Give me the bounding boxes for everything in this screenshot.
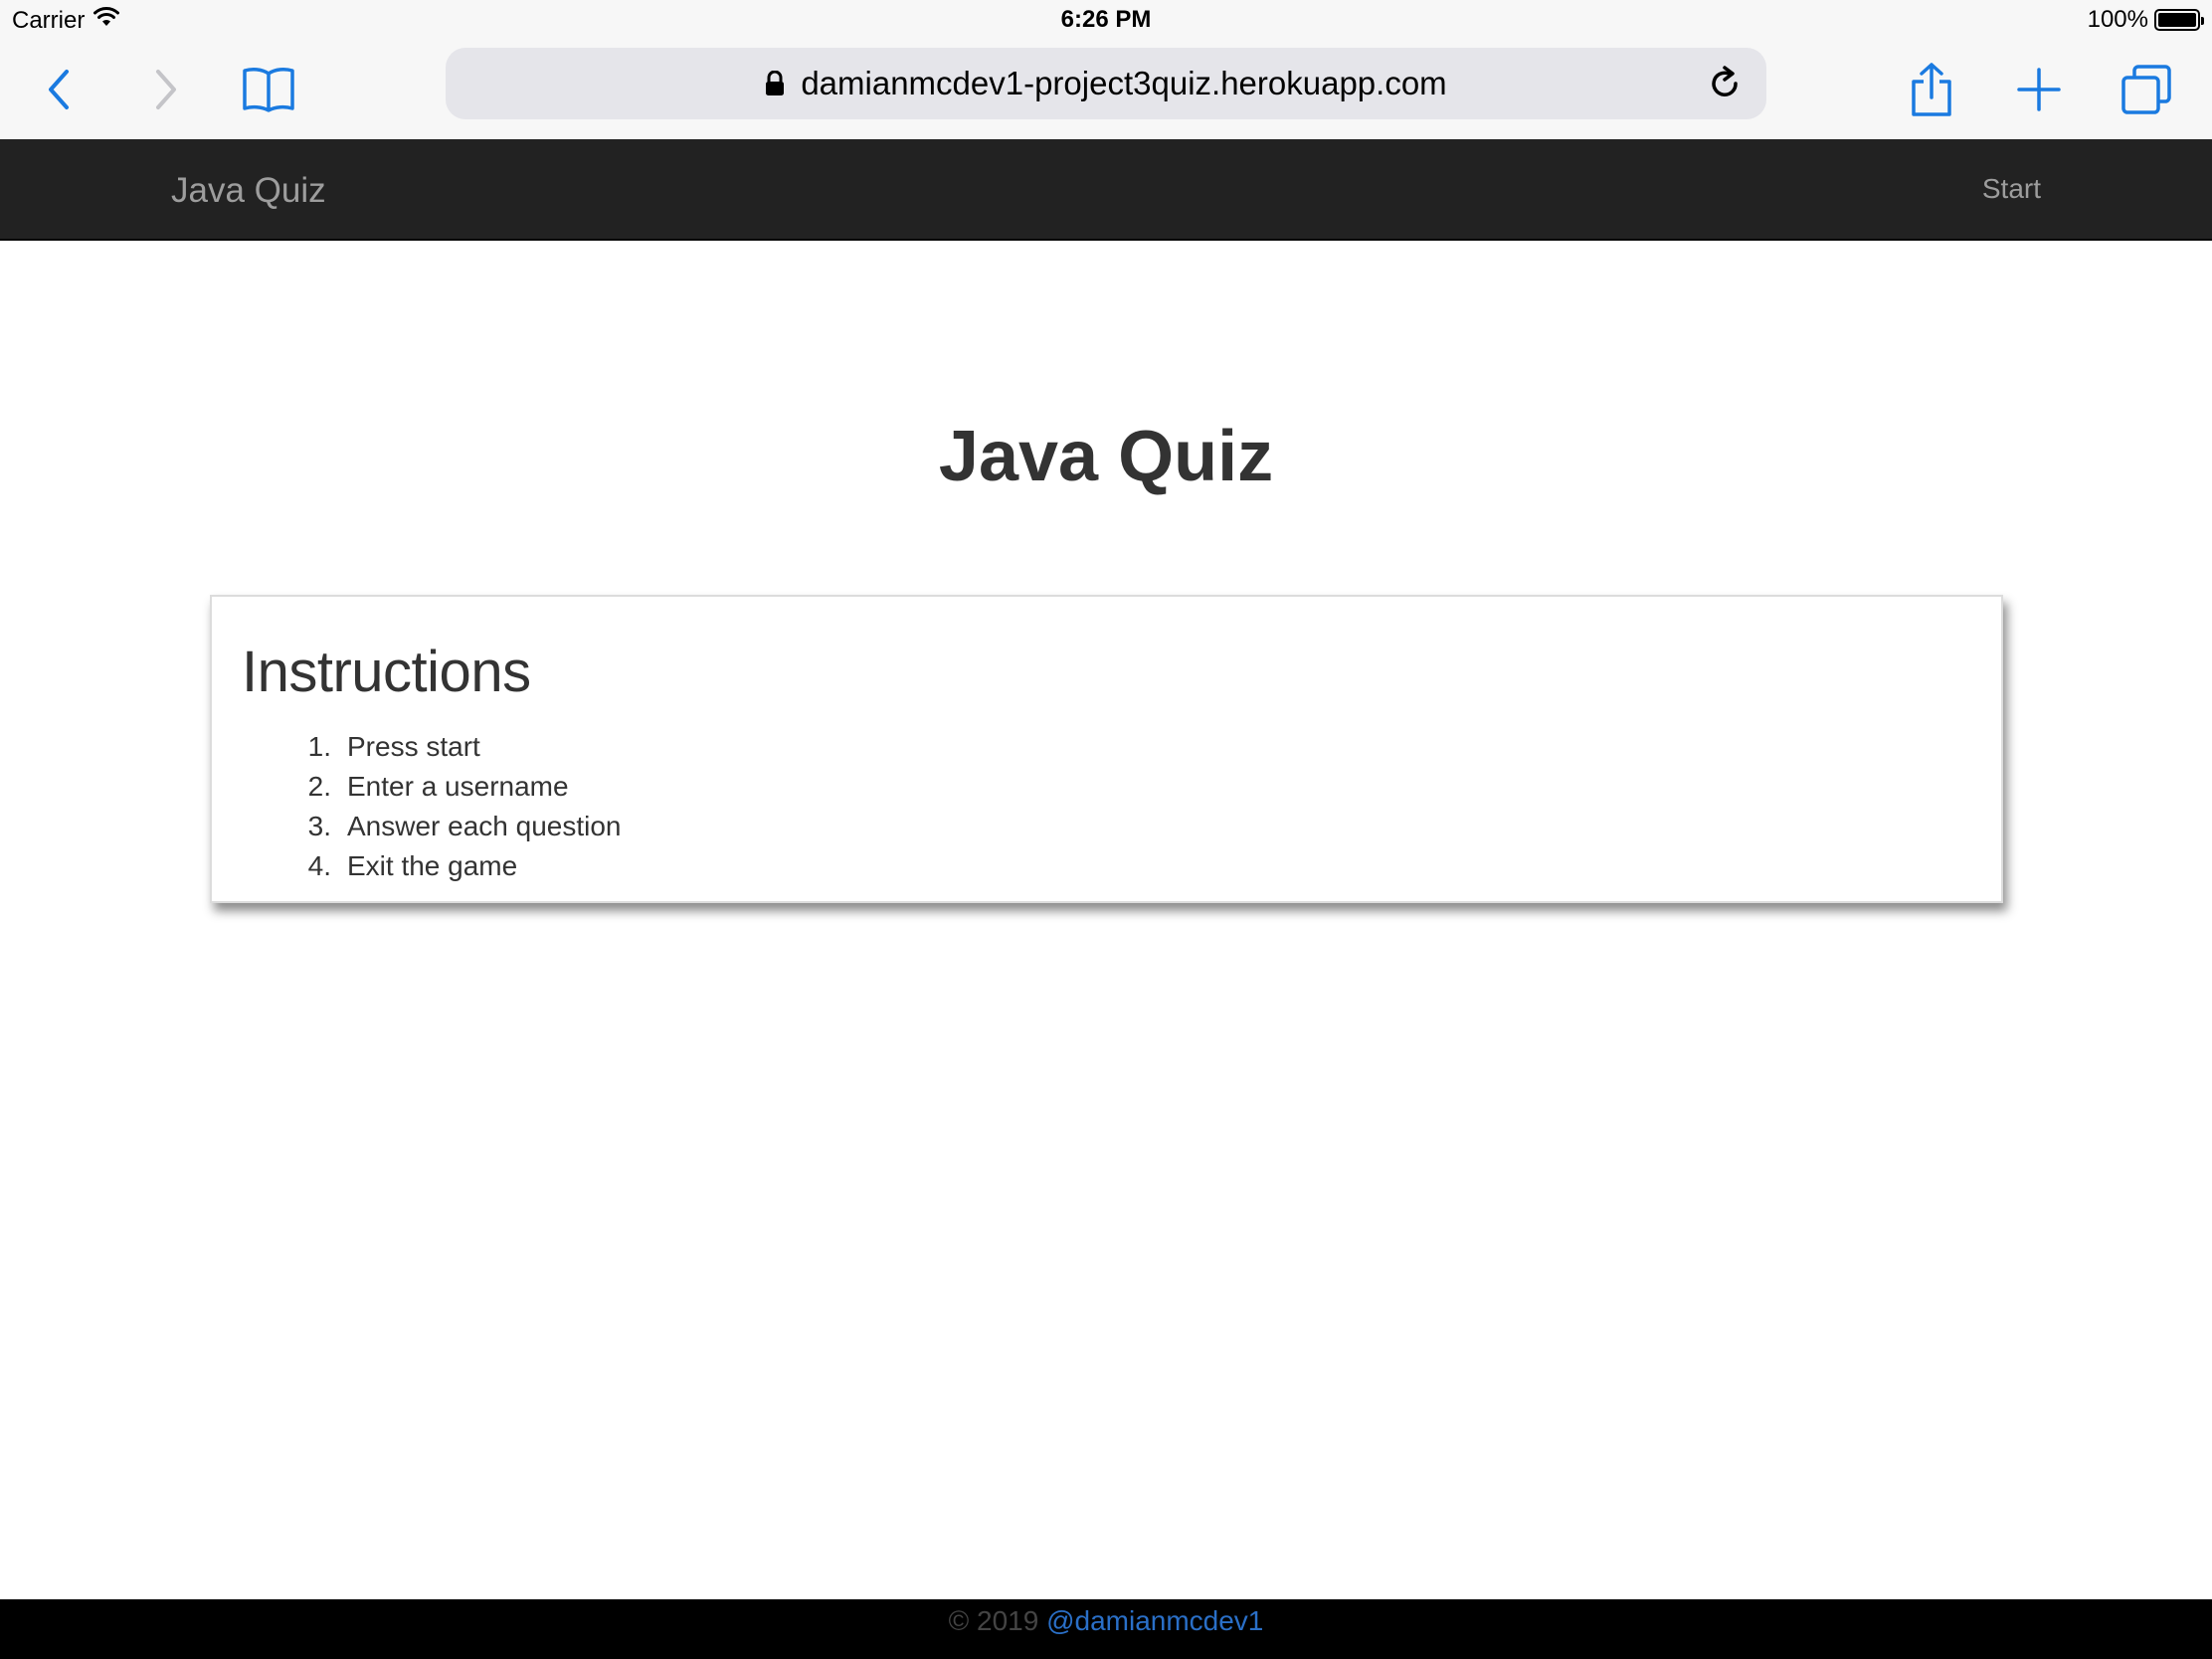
back-button[interactable] (28, 58, 92, 121)
list-item: 4. Exit the game (293, 846, 1971, 886)
battery-status: 100% (2087, 6, 2204, 34)
instructions-heading: Instructions (242, 640, 531, 704)
instructions-panel: Instructions 1. Press start 2. Enter a u… (210, 595, 2003, 903)
instructions-list: 1. Press start 2. Enter a username 3. An… (242, 727, 1971, 886)
page-footer: © 2019 @damianmcdev1 (0, 1599, 2212, 1659)
book-icon (243, 68, 294, 112)
page-title: Java Quiz (938, 417, 1274, 496)
list-item-number: 3. (307, 811, 331, 841)
chevron-right-icon (156, 70, 176, 109)
list-item-text: Press start (347, 731, 480, 762)
address-bar[interactable]: damianmcdev1-project3quiz.herokuapp.com (446, 48, 1766, 119)
url-text: damianmcdev1-project3quiz.herokuapp.com (801, 65, 1447, 101)
tabs-button[interactable] (2115, 58, 2178, 121)
list-item: 1. Press start (293, 727, 1971, 767)
list-item-text: Enter a username (347, 771, 569, 802)
list-item-text: Answer each question (347, 811, 622, 841)
footer-author-link[interactable]: @damianmcdev1 (1046, 1605, 1263, 1636)
battery-icon (2154, 9, 2204, 31)
battery-percent: 100% (2087, 6, 2148, 33)
list-item-number: 1. (307, 731, 331, 762)
browser-toolbar: damianmcdev1-project3quiz.herokuapp.com (0, 40, 2212, 139)
forward-button[interactable] (133, 58, 197, 121)
list-item-number: 4. (307, 850, 331, 881)
share-icon (1912, 63, 1951, 116)
plus-icon (2017, 68, 2061, 111)
status-bar: Carrier 6:26 PM 100% (0, 0, 2212, 40)
tabs-icon (2121, 65, 2171, 114)
new-tab-button[interactable] (2007, 58, 2071, 121)
nav-start-link[interactable]: Start (1982, 173, 2041, 205)
reload-icon (1712, 66, 1738, 96)
lock-icon (766, 71, 785, 95)
reload-button[interactable] (1705, 64, 1745, 103)
bookmarks-button[interactable] (237, 58, 300, 121)
list-item: 3. Answer each question (293, 807, 1971, 846)
list-item: 2. Enter a username (293, 767, 1971, 807)
navbar-brand[interactable]: Java Quiz (171, 171, 326, 211)
chevron-left-icon (49, 70, 69, 109)
status-time: 6:26 PM (1060, 6, 1152, 33)
site-navbar: Java Quiz Start (0, 139, 2212, 241)
share-button[interactable] (1900, 58, 1963, 121)
list-item-text: Exit the game (347, 850, 518, 881)
footer-copyright: © 2019 (948, 1605, 1039, 1636)
list-item-number: 2. (307, 771, 331, 802)
